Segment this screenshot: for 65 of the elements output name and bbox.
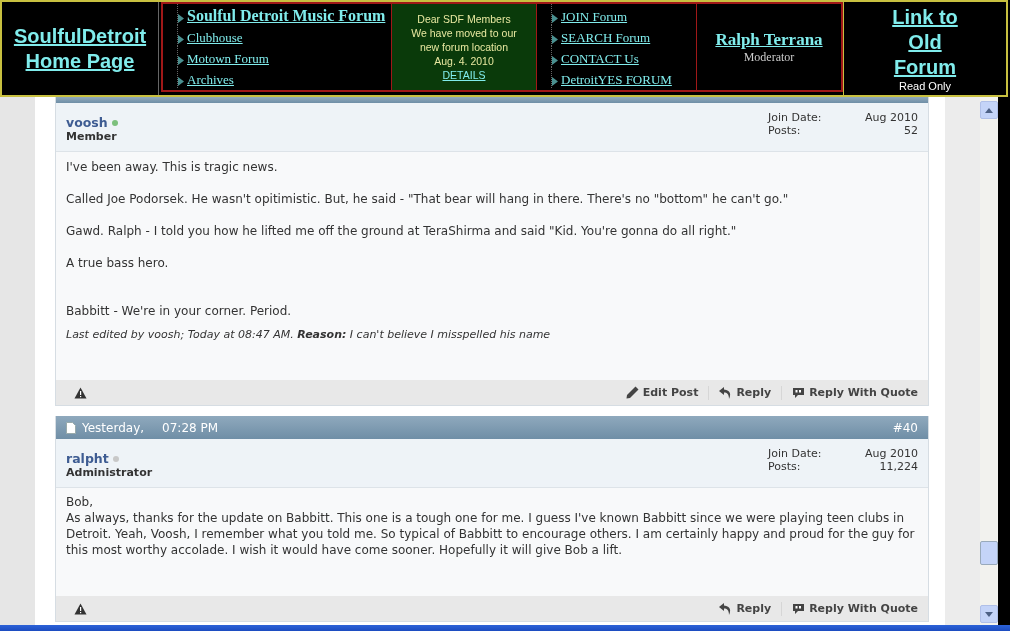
post-text: A true bass hero. [66,255,170,272]
post-text: Bob, [66,494,94,510]
notice-text: Dear SDF Members [417,12,511,26]
reply-arrow-icon [719,602,733,615]
username-link[interactable]: voosh [66,115,108,130]
stat-label: Posts: [768,124,802,137]
username-link[interactable]: ralpht [66,451,109,466]
speech-bubble-icon [792,602,806,615]
notice-text: new forum location [419,40,509,54]
notice-text: Aug. 4. 2010 [434,54,494,68]
scroll-down-icon[interactable] [980,605,998,623]
post-action-button[interactable]: Reply [719,386,772,399]
arrow-icon [552,77,558,86]
home-page-link[interactable]: SoulfulDetroit Home Page [2,23,158,74]
post-action-button[interactable]: Reply [719,602,772,615]
stat-label: Join Date: [768,447,823,460]
details-link[interactable]: DETAILS [442,68,486,82]
forum-link[interactable]: DetroitYES FORUM [561,72,672,88]
arrow-icon [178,77,184,86]
edit-note: Last edited by voosh; Today at 08:47 AM. Reason: I can't believe I misspelled his name [66,327,552,343]
post-text: As always, thanks for the update on Babbitt. This one is a tough one for me. I guess I've known Babbitt since we were playing teen clubs in Detroit. Yeah, Voosh, I remember what you told me. So typical of Babbitt to encourage others. I am certainly happy and proud for the guy for this most worthy accolade. I wish it would have come sooner. Hopefully it will give Bob a lift. [66,510,916,558]
stat-value: 52 [903,124,918,137]
forum-link[interactable]: Motown Forum [187,51,269,67]
post-action-button[interactable]: Reply With Quote [792,602,918,615]
stat-label: Join Date: [768,111,823,124]
moderator-link[interactable]: Ralph Terrana [715,29,823,50]
stat-label: Posts: [768,460,802,473]
user-rank: Administrator [66,466,153,479]
forum-link[interactable]: CONTACT Us [561,51,639,67]
forum-link[interactable]: Clubhouse [187,30,243,46]
post-text: I've been away. This is tragic news. [66,159,279,176]
post-text: Gawd. Ralph - I told you how he lifted me off the ground at TeraShirma and said "Kid. You're gonna do all right." [66,223,738,240]
old-forum-link[interactable]: Link to Old Forum [875,5,975,80]
document-icon [66,421,76,434]
stat-value: 11,224 [878,460,918,473]
user-rank: Member [66,130,117,143]
post-text: Babbitt - We're in your corner. Period. [66,303,293,320]
speech-bubble-icon [792,386,806,399]
post-action-button[interactable]: Edit Post [625,386,699,399]
arrow-icon [178,56,184,65]
arrow-icon [552,14,558,23]
warning-icon[interactable] [74,386,87,399]
post-text: Called Joe Podorsek. He wasn't opitimistic. But, he said - "That bear will hang in there. There's no "bottom" he can't go." [66,191,790,208]
notice-text: We have moved to our [411,26,517,40]
post-date: Yesterday, [82,420,145,435]
pencil-icon [625,386,639,399]
forum-link[interactable]: SEARCH Forum [561,30,651,46]
scrollbar[interactable] [980,97,998,625]
scroll-up-icon[interactable] [980,101,998,119]
forum-link[interactable]: Archives [187,72,234,88]
forum-link[interactable]: Soulful Detroit Music Forum [187,7,386,25]
moderator-role: Moderator [743,49,795,65]
stat-value: Aug 2010 [864,111,918,124]
reply-arrow-icon [719,386,733,399]
post-time: 07:28 PM [162,420,219,435]
arrow-icon [178,35,184,44]
arrow-icon [552,35,558,44]
arrow-icon [552,56,558,65]
arrow-icon [178,14,184,23]
forum-link[interactable]: JOIN Forum [561,9,628,25]
scroll-thumb[interactable] [980,541,998,565]
read-only-note: Read Only [899,80,951,92]
warning-icon[interactable] [74,602,87,615]
post-action-button[interactable]: Reply With Quote [792,386,918,399]
stat-value: Aug 2010 [864,447,918,460]
